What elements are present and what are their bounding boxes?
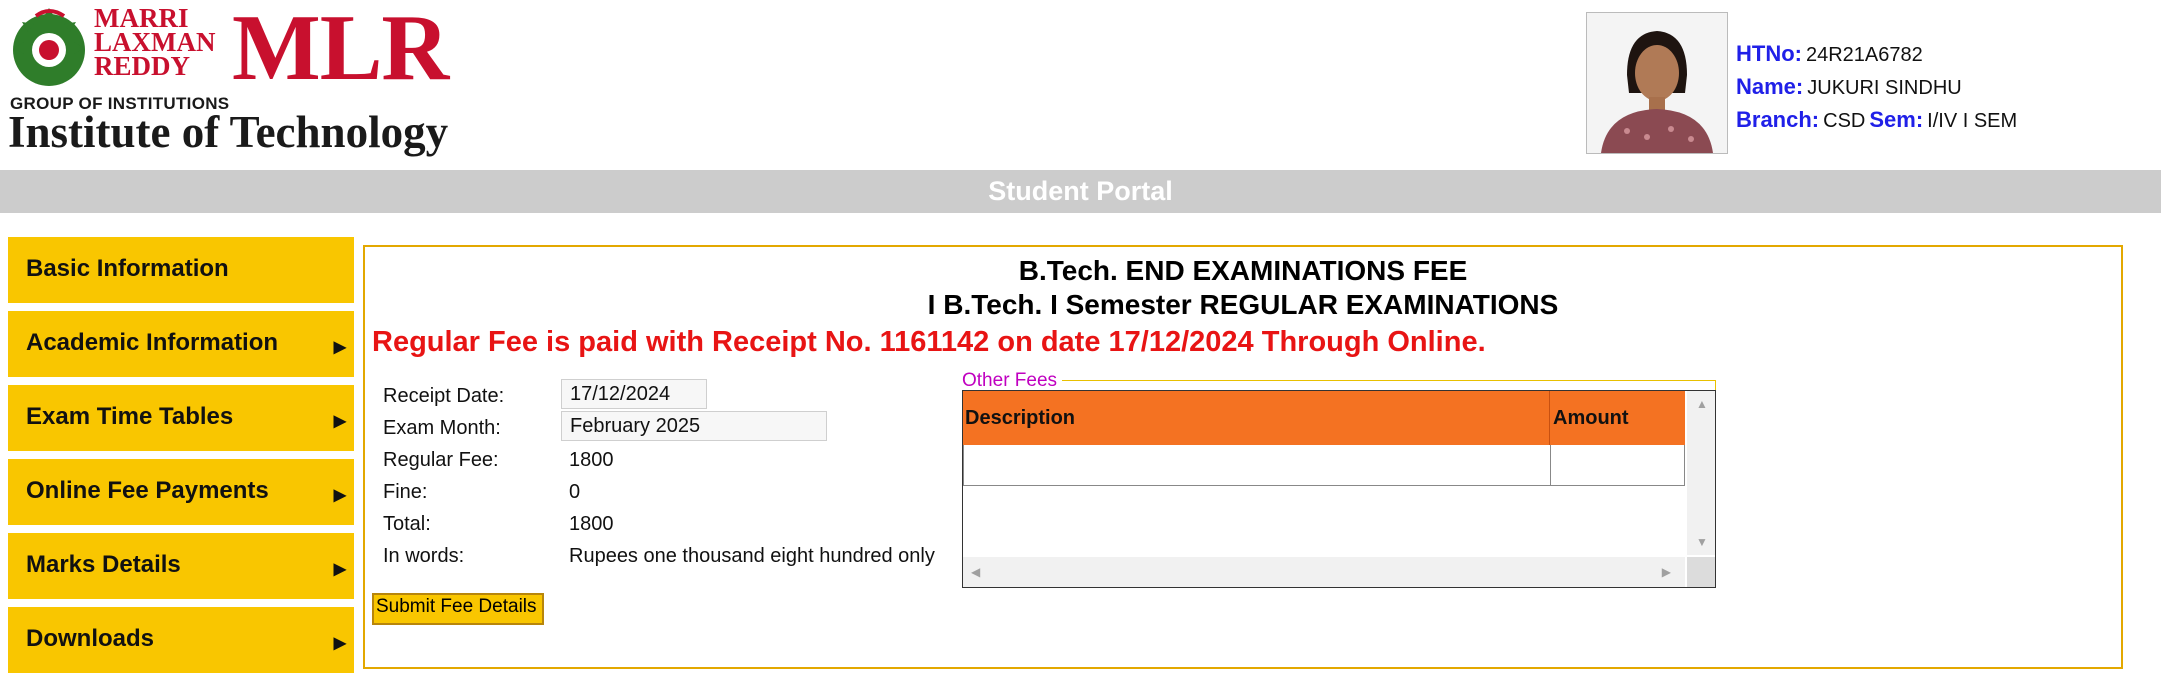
- portal-title-bar: Student Portal: [0, 170, 2161, 213]
- branch-row: Branch: CSD Sem: I/IV I SEM: [1736, 104, 2021, 137]
- submenu-arrow-icon: ▶: [333, 561, 346, 578]
- institute-seal-icon: [13, 8, 85, 86]
- receipt-date-label: Receipt Date:: [383, 385, 505, 407]
- logo-mlr: MLR: [232, 0, 449, 100]
- sidebar-item-marks-details[interactable]: Marks Details ▶: [8, 533, 354, 599]
- submenu-arrow-icon: ▶: [333, 487, 346, 504]
- sem-label: Sem:: [1869, 107, 1924, 132]
- sidebar-item-label: Online Fee Payments: [26, 477, 269, 504]
- name-label: Name:: [1736, 74, 1804, 99]
- fine-label: Fine:: [383, 481, 428, 503]
- fieldset-border: [1062, 380, 1716, 381]
- submenu-arrow-icon: ▶: [333, 413, 346, 430]
- page-subtitle: I B.Tech. I Semester REGULAR EXAMINATION…: [927, 289, 1559, 320]
- other-fees-grid: Description Amount ▲ ▼ ◀ ▶: [962, 390, 1716, 588]
- branch-value: CSD: [1823, 110, 1866, 132]
- name-row: Name: JUKURI SINDHU: [1736, 71, 2021, 104]
- submit-fee-details-button[interactable]: Submit Fee Details: [372, 593, 544, 625]
- vertical-scrollbar[interactable]: ▲ ▼: [1687, 391, 1715, 555]
- horizontal-scrollbar[interactable]: ◀ ▶: [963, 557, 1685, 587]
- total-label: Total:: [383, 513, 431, 535]
- name-value: JUKURI SINDHU: [1807, 77, 1962, 99]
- sidebar-item-label: Basic Information: [26, 255, 229, 282]
- other-fees-fieldset: Other Fees Description Amount ▲ ▼ ◀ ▶: [962, 370, 1716, 588]
- institute-logo: MARRI LAXMAN REDDY MLR GROUP OF INSTITUT…: [6, 0, 456, 157]
- column-header-description: Description: [965, 407, 1076, 429]
- logo-top-text: MARRI LAXMAN REDDY: [94, 5, 216, 81]
- sidebar-item-downloads[interactable]: Downloads ▶: [8, 607, 354, 673]
- sidebar-item-label: Exam Time Tables: [26, 403, 234, 430]
- scroll-up-icon[interactable]: ▲: [1696, 397, 1708, 411]
- sidebar-item-label: Downloads: [26, 625, 155, 652]
- scroll-right-icon[interactable]: ▶: [1662, 565, 1671, 579]
- submenu-arrow-icon: ▶: [333, 339, 346, 356]
- scrollbar-corner: [1687, 557, 1715, 587]
- logo-line-3: REDDY: [94, 51, 191, 81]
- sidebar-item-exam-time-tables[interactable]: Exam Time Tables ▶: [8, 385, 354, 451]
- exam-fee-panel: B.Tech. END EXAMINATIONS FEE I B.Tech. I…: [363, 245, 2123, 669]
- other-fees-header-row: Description Amount: [963, 391, 1685, 445]
- table-row: [963, 445, 1685, 486]
- column-divider: [1549, 391, 1550, 445]
- page-title: B.Tech. END EXAMINATIONS FEE: [1018, 255, 1468, 286]
- other-fees-legend: Other Fees: [962, 370, 1062, 392]
- paid-status-message: Regular Fee is paid with Receipt No. 116…: [372, 326, 1486, 358]
- exam-month-field[interactable]: February 2025: [561, 411, 827, 441]
- htno-row: HTNo: 24R21A6782: [1736, 38, 2021, 71]
- regular-fee-label: Regular Fee:: [383, 449, 499, 471]
- scroll-down-icon[interactable]: ▼: [1696, 535, 1708, 549]
- sidebar-item-label: Marks Details: [26, 551, 181, 578]
- sem-value: I/IV I SEM: [1927, 110, 2018, 132]
- receipt-date-field[interactable]: 17/12/2024: [561, 379, 707, 409]
- branch-label: Branch:: [1736, 107, 1820, 132]
- sidebar-menu: Basic Information Academic Information ▶…: [8, 237, 354, 681]
- sidebar-item-academic-information[interactable]: Academic Information ▶: [8, 311, 354, 377]
- regular-fee-value: 1800: [569, 449, 614, 471]
- htno-value: 24R21A6782: [1805, 44, 1923, 66]
- sidebar-item-basic-information[interactable]: Basic Information: [8, 237, 354, 303]
- in-words-label: In words:: [383, 545, 465, 567]
- student-info: HTNo: 24R21A6782 Name: JUKURI SINDHU Bra…: [1736, 38, 2021, 137]
- exam-month-label: Exam Month:: [383, 417, 501, 439]
- in-words-value: Rupees one thousand eight hundred only: [569, 545, 935, 567]
- student-photo: [1586, 12, 1728, 154]
- sidebar-item-online-fee-payments[interactable]: Online Fee Payments ▶: [8, 459, 354, 525]
- logo-institute-text: Institute of Technology: [8, 107, 449, 157]
- sidebar-item-label: Academic Information: [26, 329, 279, 356]
- fine-value: 0: [569, 481, 581, 503]
- htno-label: HTNo:: [1736, 41, 1802, 66]
- student-photo-avatar-icon: [1587, 13, 1727, 153]
- scroll-left-icon[interactable]: ◀: [971, 565, 980, 579]
- column-divider: [1550, 445, 1551, 485]
- submenu-arrow-icon: ▶: [333, 635, 346, 652]
- column-header-amount: Amount: [1553, 407, 1629, 429]
- total-value: 1800: [569, 513, 614, 535]
